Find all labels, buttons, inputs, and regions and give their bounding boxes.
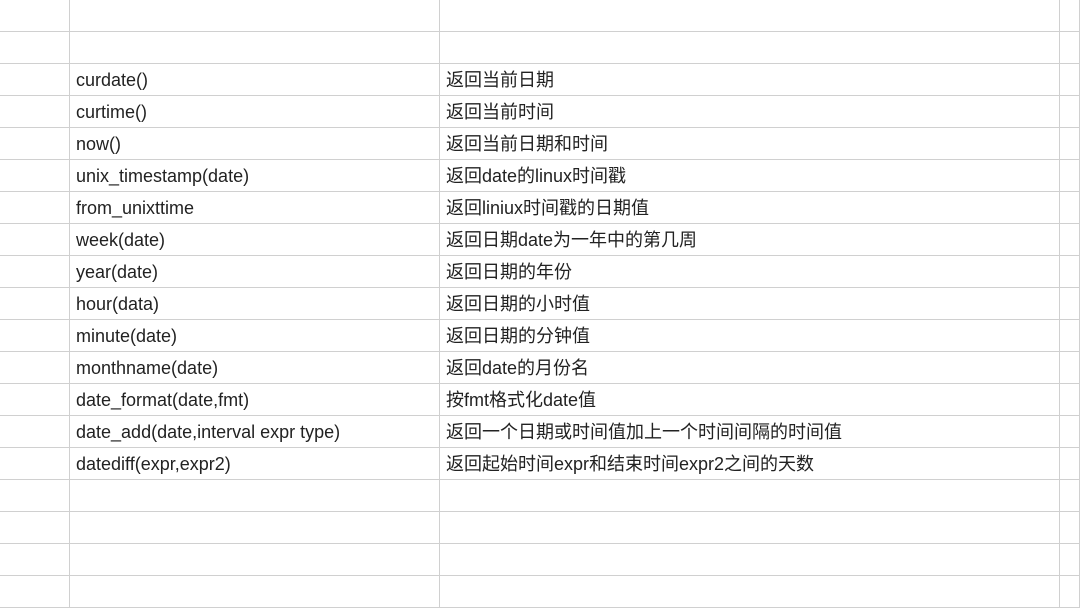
cell-function[interactable]: unix_timestamp(date) xyxy=(70,160,440,192)
cell-function[interactable]: week(date) xyxy=(70,224,440,256)
cell-description[interactable] xyxy=(440,32,1060,64)
cell-empty-left[interactable] xyxy=(0,480,70,512)
cell-function[interactable]: minute(date) xyxy=(70,320,440,352)
cell-empty-left[interactable] xyxy=(0,352,70,384)
cell-empty-right[interactable] xyxy=(1060,96,1080,128)
cell-empty-left[interactable] xyxy=(0,96,70,128)
cell-description[interactable]: 返回日期的年份 xyxy=(440,256,1060,288)
cell-description[interactable] xyxy=(440,0,1060,32)
cell-empty-left[interactable] xyxy=(0,192,70,224)
cell-empty-right[interactable] xyxy=(1060,160,1080,192)
cell-empty-right[interactable] xyxy=(1060,0,1080,32)
cell-description[interactable] xyxy=(440,576,1060,608)
cell-function[interactable]: from_unixttime xyxy=(70,192,440,224)
cell-empty-left[interactable] xyxy=(0,384,70,416)
cell-description[interactable]: 返回一个日期或时间值加上一个时间间隔的时间值 xyxy=(440,416,1060,448)
cell-empty-right[interactable] xyxy=(1060,480,1080,512)
cell-function[interactable]: hour(data) xyxy=(70,288,440,320)
cell-empty-left[interactable] xyxy=(0,416,70,448)
cell-empty-right[interactable] xyxy=(1060,384,1080,416)
cell-function[interactable] xyxy=(70,576,440,608)
cell-description[interactable]: 按fmt格式化date值 xyxy=(440,384,1060,416)
cell-description[interactable] xyxy=(440,512,1060,544)
cell-description[interactable]: 返回日期的分钟值 xyxy=(440,320,1060,352)
cell-function[interactable]: date_add(date,interval expr type) xyxy=(70,416,440,448)
cell-empty-right[interactable] xyxy=(1060,512,1080,544)
cell-description[interactable] xyxy=(440,544,1060,576)
cell-function[interactable]: curdate() xyxy=(70,64,440,96)
cell-function[interactable] xyxy=(70,32,440,64)
cell-function[interactable] xyxy=(70,0,440,32)
cell-empty-left[interactable] xyxy=(0,512,70,544)
cell-description[interactable]: 返回date的linux时间戳 xyxy=(440,160,1060,192)
cell-empty-right[interactable] xyxy=(1060,224,1080,256)
cell-empty-right[interactable] xyxy=(1060,544,1080,576)
cell-empty-right[interactable] xyxy=(1060,128,1080,160)
cell-empty-left[interactable] xyxy=(0,576,70,608)
cell-empty-left[interactable] xyxy=(0,160,70,192)
cell-empty-left[interactable] xyxy=(0,0,70,32)
cell-empty-left[interactable] xyxy=(0,224,70,256)
cell-empty-right[interactable] xyxy=(1060,32,1080,64)
cell-description[interactable]: 返回起始时间expr和结束时间expr2之间的天数 xyxy=(440,448,1060,480)
cell-function[interactable]: curtime() xyxy=(70,96,440,128)
cell-empty-left[interactable] xyxy=(0,128,70,160)
cell-function[interactable]: datediff(expr,expr2) xyxy=(70,448,440,480)
cell-empty-left[interactable] xyxy=(0,256,70,288)
cell-empty-left[interactable] xyxy=(0,448,70,480)
cell-description[interactable]: 返回当前日期 xyxy=(440,64,1060,96)
cell-function[interactable] xyxy=(70,544,440,576)
cell-function[interactable]: date_format(date,fmt) xyxy=(70,384,440,416)
cell-empty-right[interactable] xyxy=(1060,320,1080,352)
spreadsheet-grid: curdate()返回当前日期curtime()返回当前时间now()返回当前日… xyxy=(0,0,1080,608)
cell-empty-right[interactable] xyxy=(1060,416,1080,448)
cell-empty-right[interactable] xyxy=(1060,448,1080,480)
cell-empty-right[interactable] xyxy=(1060,192,1080,224)
cell-empty-left[interactable] xyxy=(0,320,70,352)
cell-empty-left[interactable] xyxy=(0,64,70,96)
cell-empty-right[interactable] xyxy=(1060,576,1080,608)
cell-empty-left[interactable] xyxy=(0,32,70,64)
cell-function[interactable]: monthname(date) xyxy=(70,352,440,384)
cell-empty-right[interactable] xyxy=(1060,256,1080,288)
cell-empty-left[interactable] xyxy=(0,544,70,576)
cell-empty-right[interactable] xyxy=(1060,64,1080,96)
cell-description[interactable]: 返回日期的小时值 xyxy=(440,288,1060,320)
cell-empty-right[interactable] xyxy=(1060,288,1080,320)
cell-description[interactable]: 返回当前时间 xyxy=(440,96,1060,128)
cell-function[interactable]: now() xyxy=(70,128,440,160)
cell-description[interactable]: 返回date的月份名 xyxy=(440,352,1060,384)
cell-description[interactable]: 返回liniux时间戳的日期值 xyxy=(440,192,1060,224)
cell-description[interactable] xyxy=(440,480,1060,512)
cell-function[interactable]: year(date) xyxy=(70,256,440,288)
cell-empty-left[interactable] xyxy=(0,288,70,320)
cell-description[interactable]: 返回日期date为一年中的第几周 xyxy=(440,224,1060,256)
cell-function[interactable] xyxy=(70,480,440,512)
cell-empty-right[interactable] xyxy=(1060,352,1080,384)
cell-description[interactable]: 返回当前日期和时间 xyxy=(440,128,1060,160)
cell-function[interactable] xyxy=(70,512,440,544)
